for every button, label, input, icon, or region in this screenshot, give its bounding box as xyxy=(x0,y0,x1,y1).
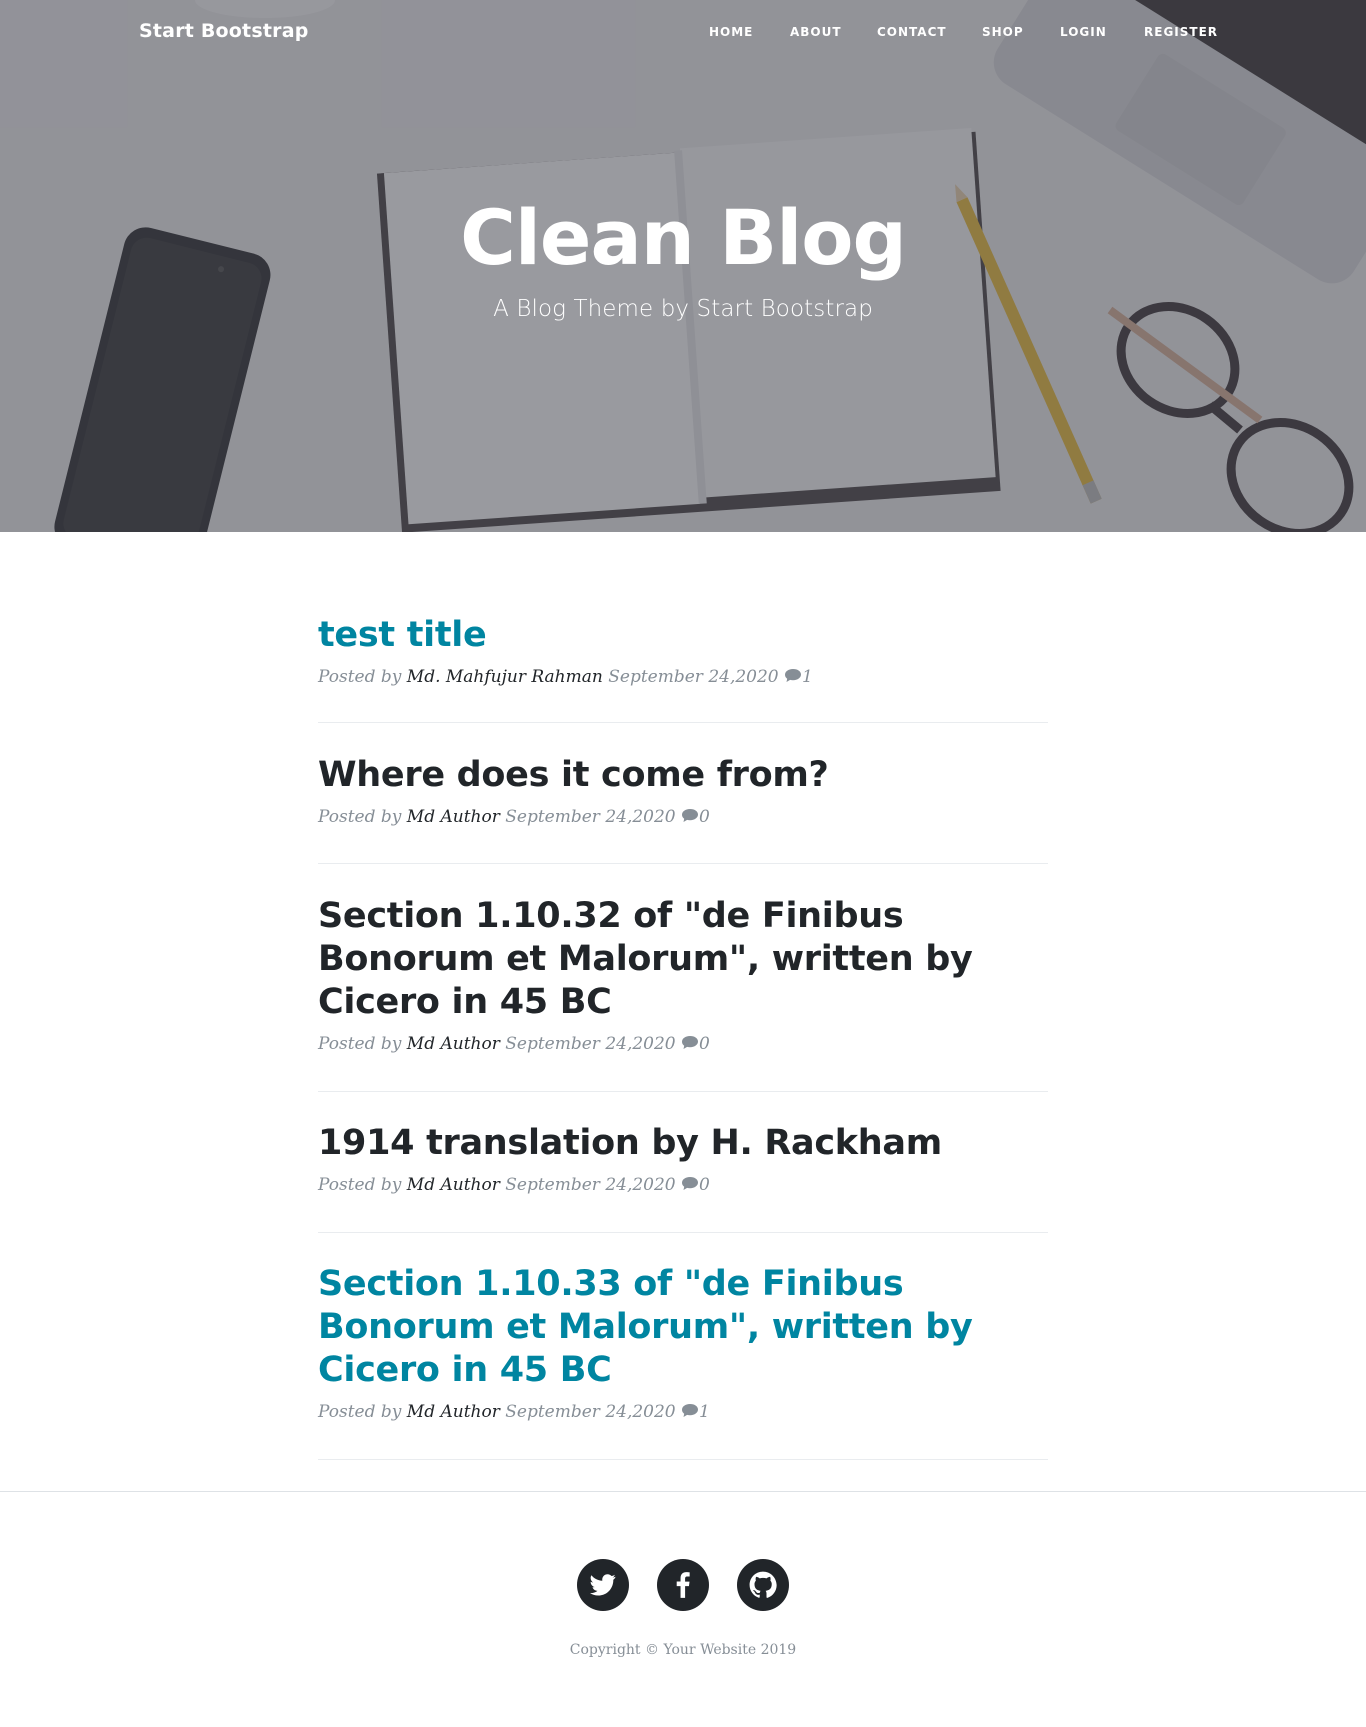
copyright-text: Copyright © Your Website 2019 xyxy=(569,1642,797,1658)
post-author-link[interactable]: Md. Mahfujur Rahman xyxy=(407,667,603,687)
comment-count-value: 0 xyxy=(699,1175,710,1195)
post-preview: test title Posted by Md. Mahfujur Rahman… xyxy=(318,614,1048,687)
top-navbar: Start Bootstrap HOME ABOUT CONTACT SHOP … xyxy=(0,0,1366,66)
site-heading: Clean Blog A Blog Theme by Start Bootstr… xyxy=(0,193,1366,323)
posted-by-label: Posted by xyxy=(318,1402,402,1422)
comment-count-value: 1 xyxy=(699,1402,710,1422)
post-divider xyxy=(318,1091,1048,1092)
comment-count: 0 xyxy=(681,1175,710,1195)
nav-home[interactable]: HOME xyxy=(709,25,753,39)
comment-count: 0 xyxy=(681,807,710,827)
comment-count-value: 1 xyxy=(802,667,813,687)
post-title-link[interactable]: Section 1.10.32 of "de Finibus Bonorum e… xyxy=(318,895,1048,1024)
footer-divider xyxy=(0,1491,1366,1492)
comment-icon xyxy=(682,1177,699,1190)
nav-register[interactable]: REGISTER xyxy=(1144,25,1218,39)
post-preview: Section 1.10.32 of "de Finibus Bonorum e… xyxy=(318,895,1048,1054)
posted-by-label: Posted by xyxy=(318,807,402,827)
post-divider xyxy=(318,722,1048,723)
nav-contact[interactable]: CONTACT xyxy=(877,25,947,39)
post-author-link[interactable]: Md Author xyxy=(407,1034,500,1054)
post-meta: Posted by Md Author September 24,2020 1 xyxy=(318,1402,1048,1422)
github-link[interactable] xyxy=(737,1559,789,1611)
facebook-icon xyxy=(676,1572,690,1598)
hero-header: Start Bootstrap HOME ABOUT CONTACT SHOP … xyxy=(0,0,1366,532)
post-divider xyxy=(318,1232,1048,1233)
posted-by-label: Posted by xyxy=(318,1034,402,1054)
facebook-link[interactable] xyxy=(657,1559,709,1611)
comment-count-value: 0 xyxy=(699,1034,710,1054)
twitter-icon xyxy=(590,1574,616,1596)
nav-login[interactable]: LOGIN xyxy=(1060,25,1107,39)
site-subtitle: A Blog Theme by Start Bootstrap xyxy=(493,296,873,322)
post-preview: Section 1.10.33 of "de Finibus Bonorum e… xyxy=(318,1263,1048,1422)
site-title: Clean Blog xyxy=(460,193,907,282)
comment-icon xyxy=(682,809,699,822)
comment-icon xyxy=(682,1404,699,1417)
post-divider xyxy=(318,1459,1048,1460)
post-author-link[interactable]: Md Author xyxy=(407,1175,500,1195)
post-title-link[interactable]: test title xyxy=(318,614,1048,657)
post-author-link[interactable]: Md Author xyxy=(407,1402,500,1422)
nav-about[interactable]: ABOUT xyxy=(790,25,842,39)
post-divider xyxy=(318,863,1048,864)
post-date: September 24,2020 xyxy=(608,667,779,687)
nav-shop[interactable]: SHOP xyxy=(982,25,1024,39)
comment-icon xyxy=(682,1036,699,1049)
posted-by-label: Posted by xyxy=(318,667,402,687)
post-meta: Posted by Md. Mahfujur Rahman September … xyxy=(318,667,1048,687)
posted-by-label: Posted by xyxy=(318,1175,402,1195)
post-date: September 24,2020 xyxy=(505,1402,676,1422)
post-preview: 1914 translation by H. Rackham Posted by… xyxy=(318,1122,1048,1195)
post-date: September 24,2020 xyxy=(505,1034,676,1054)
github-icon xyxy=(749,1571,777,1598)
comment-count: 1 xyxy=(784,667,813,687)
post-meta: Posted by Md Author September 24,2020 0 xyxy=(318,807,1048,827)
comment-icon xyxy=(785,669,802,682)
post-title-link[interactable]: Section 1.10.33 of "de Finibus Bonorum e… xyxy=(318,1263,1048,1392)
comment-count: 0 xyxy=(681,1034,710,1054)
post-meta: Posted by Md Author September 24,2020 0 xyxy=(318,1175,1048,1195)
post-author-link[interactable]: Md Author xyxy=(407,807,500,827)
post-date: September 24,2020 xyxy=(505,1175,676,1195)
post-title-link[interactable]: Where does it come from? xyxy=(318,754,1048,797)
twitter-link[interactable] xyxy=(577,1559,629,1611)
post-preview: Where does it come from? Posted by Md Au… xyxy=(318,754,1048,827)
comment-count-value: 0 xyxy=(699,807,710,827)
post-meta: Posted by Md Author September 24,2020 0 xyxy=(318,1034,1048,1054)
comment-count: 1 xyxy=(681,1402,710,1422)
post-date: September 24,2020 xyxy=(505,807,676,827)
brand-link[interactable]: Start Bootstrap xyxy=(139,20,309,42)
post-title-link[interactable]: 1914 translation by H. Rackham xyxy=(318,1122,1048,1165)
